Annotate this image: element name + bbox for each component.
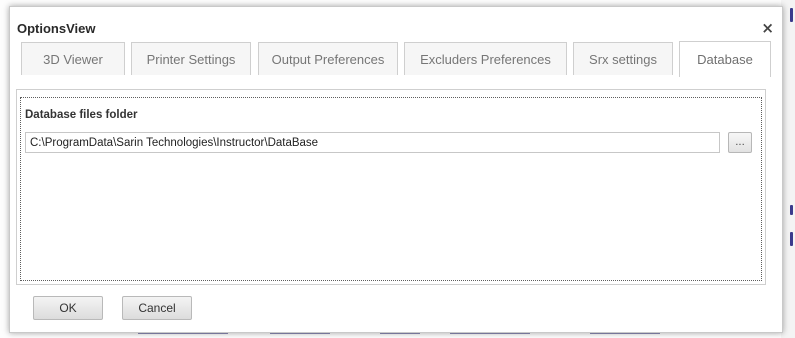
- tab-bar: 3D Viewer Printer Settings Output Prefer…: [14, 41, 771, 77]
- tab-output-preferences[interactable]: Output Preferences: [258, 42, 398, 75]
- tab-srx-settings[interactable]: Srx settings: [573, 42, 673, 75]
- cancel-button[interactable]: Cancel: [122, 296, 192, 320]
- tab-3d-viewer[interactable]: 3D Viewer: [21, 42, 125, 75]
- ok-button[interactable]: OK: [33, 296, 103, 320]
- database-files-folder-label: Database files folder: [25, 109, 138, 121]
- database-tab-panel: Database files folder ...: [16, 89, 766, 285]
- database-folder-path-input[interactable]: [25, 132, 720, 153]
- background-window-edge: [781, 0, 795, 338]
- dialog-title: OptionsView: [17, 21, 96, 36]
- title-bar: OptionsView ×: [10, 7, 782, 37]
- close-icon[interactable]: ×: [761, 21, 774, 36]
- tab-excluders-preferences[interactable]: Excluders Preferences: [404, 42, 567, 75]
- tab-printer-settings[interactable]: Printer Settings: [131, 42, 251, 75]
- browse-folder-button[interactable]: ...: [728, 132, 752, 153]
- tab-database[interactable]: Database: [679, 41, 771, 77]
- database-files-group: Database files folder ...: [20, 97, 762, 281]
